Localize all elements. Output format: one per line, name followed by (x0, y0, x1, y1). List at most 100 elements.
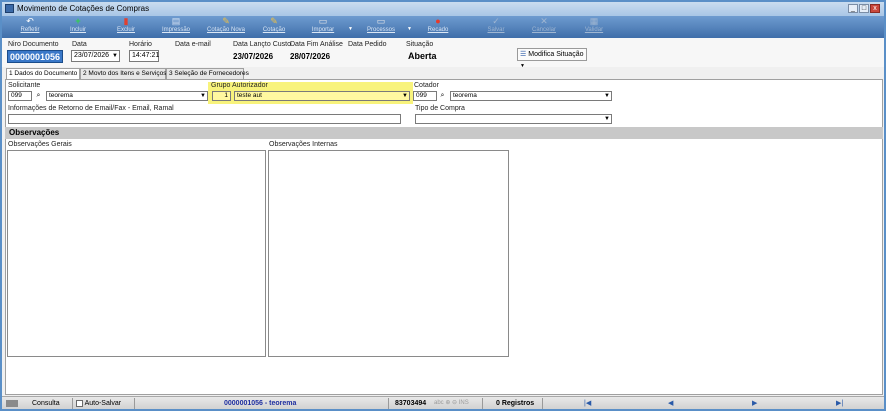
minimize-button[interactable]: _ (848, 4, 858, 13)
processos-button[interactable]: ▭ Processos ▼ (359, 16, 412, 37)
grupo-code-field[interactable]: 1 (212, 91, 231, 101)
prev-record-button[interactable]: ◀ (668, 398, 673, 409)
grupo-name-value: teste aut (237, 92, 262, 99)
chevron-down-icon[interactable]: ▼ (402, 92, 408, 100)
cotacao-button[interactable]: ✎ Cotação (256, 17, 292, 37)
window-title: Movimento de Cotações de Compras (17, 4, 150, 13)
cancelar-button[interactable]: ✕ Cancelar (524, 17, 564, 37)
title-bar: Movimento de Cotações de Compras _ □ x (2, 2, 884, 16)
data-fim-label: Data Fim Análise (290, 41, 343, 48)
cotador-label: Cotador (414, 82, 439, 89)
observacoes-internas-textarea[interactable] (268, 150, 509, 357)
checkbox-icon (76, 399, 83, 407)
importar-label: Importar (311, 27, 335, 33)
modifica-situacao-label: Modifica Situação (528, 51, 584, 58)
chevron-down-icon[interactable]: ▼ (604, 115, 610, 123)
data-field[interactable]: 23/07/2026 ▼ (71, 50, 120, 62)
validar-button[interactable]: ▦ Validar (576, 17, 612, 37)
indicators-status: abc ⊕ ⊖ INS (434, 400, 469, 406)
tab-selecao-fornecedores[interactable]: 3 Seleção de Fornecedores (166, 68, 249, 79)
search-icon[interactable]: ⌕ (34, 91, 43, 101)
situacao-label: Situação (406, 41, 434, 48)
cotador-code-field[interactable]: 099 (413, 91, 437, 101)
recado-button[interactable]: ● Recado (420, 17, 456, 37)
incluir-label: Incluir (69, 27, 86, 33)
tab-movto-itens[interactable]: 2 Movto dos Itens e Serviços (80, 68, 166, 79)
maximize-button[interactable]: □ (859, 4, 869, 13)
salvar-button[interactable]: ✓ Salvar (478, 17, 514, 37)
excluir-label: Excluir (116, 27, 135, 33)
solicitante-label: Solicitante (8, 82, 41, 89)
cancelar-label: Cancelar (531, 27, 556, 33)
process-icon: ▭ (376, 16, 386, 26)
solicitante-code-field[interactable]: 099 (8, 91, 32, 101)
observacoes-gerais-label: Observações Gerais (8, 141, 72, 148)
data-value: 23/07/2026 (74, 52, 110, 59)
impressao-button[interactable]: ▤ Impressão (156, 17, 196, 37)
import-icon: ▭ (318, 16, 328, 26)
retorno-field[interactable] (8, 114, 401, 124)
registros-status: 0 Registros (496, 400, 535, 407)
quote-icon: ✎ (270, 16, 278, 26)
importar-button[interactable]: ▭ Importar ▼ (302, 16, 353, 37)
toolbar: ↶ Refletir + Incluir ▮ Excluir ▤ Impress… (2, 16, 884, 38)
keyboard-icon (6, 400, 18, 407)
code-status: 83703494 (395, 400, 427, 407)
close-button[interactable]: x (870, 4, 880, 13)
cancel-icon: ✕ (540, 16, 548, 26)
refletir-button[interactable]: ↶ Refletir (12, 17, 48, 37)
chevron-down-icon[interactable]: ▼ (112, 51, 118, 61)
data-fim-value: 28/07/2026 (290, 52, 331, 61)
next-record-button[interactable]: ▶ (752, 398, 757, 409)
cotacao-nova-label: Cotação Nova (206, 27, 246, 33)
horario-value: 14:47:21 (132, 52, 160, 59)
observacoes-gerais-textarea[interactable] (7, 150, 266, 357)
cotacao-label: Cotação (262, 27, 286, 33)
consulta-status: Consulta (32, 400, 60, 407)
plus-icon: + (75, 16, 81, 26)
status-bar: Consulta Auto-Salvar 0000001056 - teorem… (2, 396, 884, 409)
cotacao-nova-button[interactable]: ✎ Cotação Nova (202, 17, 250, 37)
delete-icon: ▮ (123, 16, 129, 26)
new-quote-icon: ✎ (222, 16, 230, 26)
modifica-situacao-button[interactable]: ☰ Modifica Situação ▼ (517, 48, 587, 69)
grupo-autorizador-label: Grupo Autorizador (211, 82, 268, 89)
refletir-label: Refletir (20, 27, 40, 33)
undo-icon: ↶ (26, 16, 34, 26)
data-pedido-label: Data Pedido (348, 41, 387, 48)
chevron-down-icon[interactable]: ▼ (604, 92, 610, 100)
solicitante-name-value: teorema (49, 92, 73, 99)
chevron-down-icon[interactable]: ▼ (200, 92, 206, 100)
cotador-name-value: teorema (453, 92, 477, 99)
validar-label: Validar (584, 27, 604, 33)
tipo-compra-field[interactable]: ▼ (415, 114, 612, 124)
grupo-name-field[interactable]: teste aut ▼ (234, 91, 410, 101)
search-icon[interactable]: ⌕ (438, 91, 447, 101)
niro-label: Niro Documento (8, 41, 59, 48)
print-icon: ▤ (171, 16, 181, 26)
solicitante-name-field[interactable]: teorema ▼ (46, 91, 208, 101)
excluir-button[interactable]: ▮ Excluir (108, 17, 144, 37)
impressao-label: Impressão (161, 27, 190, 33)
processos-dropdown-icon[interactable]: ▼ (407, 26, 412, 32)
importar-dropdown-icon[interactable]: ▼ (348, 26, 353, 32)
recado-label: Recado (427, 27, 449, 33)
observacoes-section-title: Observações (5, 127, 883, 139)
auto-salvar-label: Auto-Salvar (84, 400, 122, 407)
last-record-button[interactable]: ▶| (836, 398, 843, 409)
horario-field[interactable]: 14:47:21 (129, 50, 159, 62)
data-email-label: Data e-mail (175, 41, 211, 48)
incluir-button[interactable]: + Incluir (60, 17, 96, 37)
data-lanco-value: 23/07/2026 (233, 52, 274, 61)
situacao-value: Aberta (408, 51, 437, 61)
salvar-label: Salvar (487, 27, 505, 33)
tipo-compra-label: Tipo de Compra (415, 105, 465, 112)
cotador-name-field[interactable]: teorema ▼ (450, 91, 612, 101)
data-label: Data (72, 41, 87, 48)
message-icon: ● (435, 16, 441, 26)
validate-icon: ▦ (589, 16, 599, 26)
first-record-button[interactable]: |◀ (584, 398, 591, 409)
niro-documento-field[interactable]: 0000001056 (7, 50, 63, 63)
horario-label: Horário (129, 41, 152, 48)
auto-salvar-checkbox[interactable]: Auto-Salvar (76, 398, 121, 409)
